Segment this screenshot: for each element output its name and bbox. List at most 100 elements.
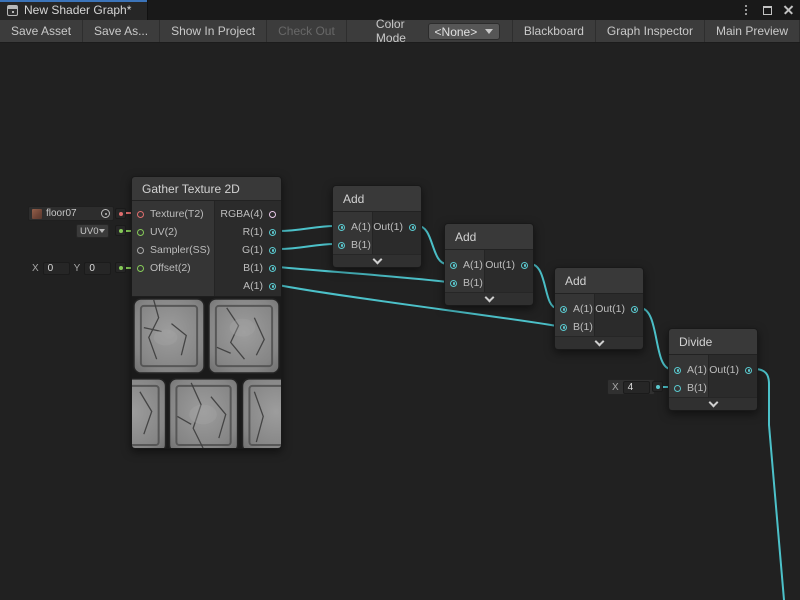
wire-b-to-add2-b[interactable]: [278, 267, 447, 282]
show-in-project-button[interactable]: Show In Project: [160, 20, 267, 42]
toolbar-right-group: Blackboard Graph Inspector Main Preview: [512, 20, 800, 42]
port-g-output[interactable]: [269, 247, 276, 254]
check-out-button: Check Out: [267, 20, 347, 42]
port-b-input[interactable]: [560, 324, 567, 331]
port-label: Sampler(SS): [150, 244, 210, 256]
offset-x-input[interactable]: 0: [43, 262, 70, 275]
port-a-input[interactable]: [338, 224, 345, 231]
port-a-input[interactable]: [674, 367, 681, 374]
port-label: R(1): [243, 226, 263, 238]
divide-b-input[interactable]: 4: [623, 381, 650, 394]
chevron-down-icon: [99, 229, 105, 233]
port-a-output[interactable]: [269, 283, 276, 290]
wire-r-to-add1-a[interactable]: [278, 226, 335, 231]
window-controls: [739, 0, 796, 20]
collapse-preview-button[interactable]: [445, 292, 533, 305]
port-out-output[interactable]: [521, 262, 528, 269]
port-texture-input[interactable]: [137, 211, 144, 218]
toolbar-spacer: [347, 20, 368, 42]
port-label: Offset(2): [150, 262, 191, 274]
port-label: A(1): [351, 221, 371, 233]
port-label: B(1): [687, 382, 707, 394]
offset-y-input[interactable]: 0: [84, 262, 111, 275]
graph-canvas[interactable]: Gather Texture 2D Texture(T2) UV(2) Samp…: [0, 43, 800, 600]
graph-inspector-toggle-button[interactable]: Graph Inspector: [596, 20, 705, 42]
x-axis-label: X: [612, 382, 619, 393]
port-label: Out(1): [373, 221, 403, 233]
port-label: Texture(T2): [150, 208, 204, 220]
node-add-1[interactable]: Add A(1) B(1) Out(1): [332, 185, 422, 268]
port-uv-input[interactable]: [137, 229, 144, 236]
color-mode-dropdown[interactable]: <None>: [428, 23, 500, 40]
node-add-3[interactable]: Add A(1) B(1) Out(1): [554, 267, 644, 350]
port-a-input[interactable]: [450, 262, 457, 269]
window-menu-icon[interactable]: [739, 3, 753, 17]
x-axis-label: X: [32, 263, 39, 274]
chevron-down-icon: [484, 292, 494, 302]
node-add-2[interactable]: Add A(1) B(1) Out(1): [444, 223, 534, 306]
node-gather-texture-2d[interactable]: Gather Texture 2D Texture(T2) UV(2) Samp…: [131, 176, 282, 449]
y-axis-label: Y: [74, 263, 81, 274]
port-b-output[interactable]: [269, 265, 276, 272]
wire-add2-to-add3[interactable]: [530, 264, 557, 308]
port-label: A(1): [687, 364, 707, 376]
port-out-output[interactable]: [745, 367, 752, 374]
port-out-output[interactable]: [409, 224, 416, 231]
save-asset-button[interactable]: Save Asset: [0, 20, 83, 42]
port-label: B(1): [243, 262, 263, 274]
port-b-input[interactable]: [450, 280, 457, 287]
wire-g-to-add1-b[interactable]: [278, 244, 335, 249]
port-sampler-input[interactable]: [137, 247, 144, 254]
uv-channel-dropdown[interactable]: UV0: [76, 224, 109, 238]
port-label: A(1): [573, 303, 593, 315]
chevron-down-icon: [485, 29, 493, 34]
collapse-preview-button[interactable]: [669, 397, 757, 410]
port-a-input[interactable]: [560, 306, 567, 313]
port-offset-input[interactable]: [137, 265, 144, 272]
node-title: Add: [333, 186, 421, 212]
offset-vector2-field: X 0 Y 0: [32, 261, 111, 275]
divide-b-field-connector[interactable]: [652, 381, 663, 392]
port-out-output[interactable]: [631, 306, 638, 313]
divide-b-value-field: X 4: [607, 379, 655, 395]
save-as-button[interactable]: Save As...: [83, 20, 160, 42]
shader-graph-toolbar: Save Asset Save As... Show In Project Ch…: [0, 20, 800, 43]
texture-field-connector[interactable]: [115, 208, 126, 219]
port-b-input[interactable]: [338, 242, 345, 249]
collapse-preview-button[interactable]: [555, 336, 643, 349]
active-tab-accent: [0, 0, 147, 2]
offset-field-connector[interactable]: [115, 262, 126, 273]
blackboard-toggle-button[interactable]: Blackboard: [513, 20, 596, 42]
tab-new-shader-graph[interactable]: New Shader Graph*: [0, 0, 148, 20]
port-label: B(1): [463, 277, 483, 289]
object-picker-icon[interactable]: [101, 209, 110, 218]
color-mode-selected-value: <None>: [435, 25, 478, 39]
tab-title: New Shader Graph*: [24, 3, 131, 17]
wire-add1-to-add2[interactable]: [418, 226, 447, 264]
node-title: Add: [445, 224, 533, 250]
texture-object-field[interactable]: floor07: [28, 206, 114, 221]
maximize-icon[interactable]: [763, 6, 772, 15]
port-label: UV(2): [150, 226, 177, 238]
wire-divide-out[interactable]: [754, 369, 784, 600]
chevron-down-icon: [708, 397, 718, 407]
close-icon[interactable]: [782, 3, 796, 17]
main-preview-toggle-button[interactable]: Main Preview: [705, 20, 800, 42]
node-divide[interactable]: Divide A(1) B(1) Out(1): [668, 328, 758, 411]
node-title: Divide: [669, 329, 757, 355]
chevron-down-icon: [594, 336, 604, 346]
port-b-input[interactable]: [674, 385, 681, 392]
node-title: Add: [555, 268, 643, 294]
port-rgba-output[interactable]: [269, 211, 276, 218]
port-label: Out(1): [485, 259, 515, 271]
port-r-output[interactable]: [269, 229, 276, 236]
texture-preview: [132, 296, 281, 448]
port-label: Out(1): [709, 364, 739, 376]
wire-add3-to-divide[interactable]: [640, 308, 671, 369]
uv-dropdown-connector[interactable]: [115, 225, 126, 236]
port-label: Out(1): [595, 303, 625, 315]
wire-layer: [0, 43, 800, 600]
port-label: B(1): [351, 239, 371, 251]
collapse-preview-button[interactable]: [333, 254, 421, 267]
port-label: RGBA(4): [220, 208, 263, 220]
